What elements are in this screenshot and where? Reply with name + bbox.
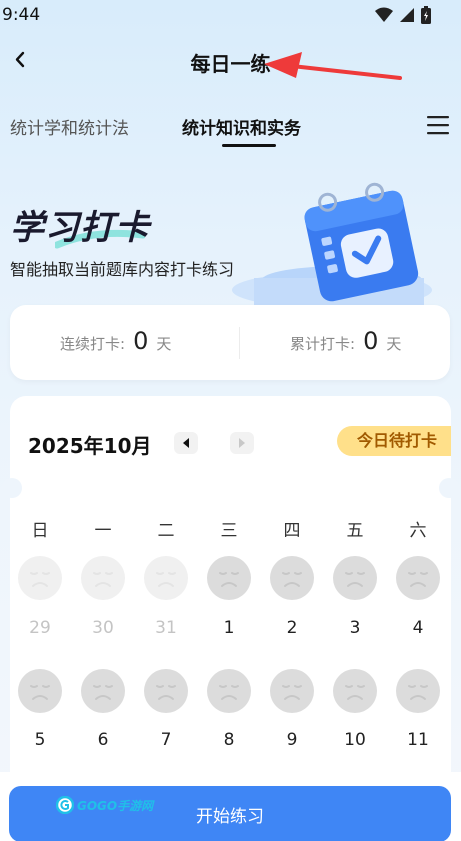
today-pending-badge: 今日待打卡 <box>337 426 451 456</box>
stat-divider <box>239 327 240 359</box>
sad-face-icon[interactable] <box>81 556 125 600</box>
day-number: 30 <box>92 618 114 638</box>
sad-face-icon[interactable] <box>270 669 314 713</box>
hero-title: 学习打卡 <box>10 208 150 248</box>
total-unit: 天 <box>386 335 402 353</box>
signal-icon <box>400 8 414 22</box>
sad-face-icon[interactable] <box>207 556 251 600</box>
day-number: 2 <box>286 618 298 638</box>
caret-left-icon <box>183 438 189 448</box>
day-number: 9 <box>286 730 298 750</box>
day-number: 3 <box>349 618 361 638</box>
weekday-label: 一 <box>94 521 112 541</box>
hero-subtitle: 智能抽取当前题库内容打卡练习 <box>10 260 235 279</box>
sad-face-icon[interactable] <box>144 556 188 600</box>
status-icons <box>375 6 431 24</box>
card-notch-left <box>2 478 22 498</box>
menu-icon[interactable] <box>425 112 451 138</box>
tab-statistics-law[interactable]: 统计学和统计法 <box>10 114 129 139</box>
day-number: 6 <box>97 730 109 750</box>
total-stat: 累计打卡: 0 天 <box>290 327 401 355</box>
calendar-illustration-icon <box>232 182 432 310</box>
sad-face-icon[interactable] <box>207 669 251 713</box>
calendar-card: 2025年10月 今日待打卡 日 一 二 三 四 五 六 29 30 31 1 … <box>2 396 459 796</box>
sad-face-icon[interactable] <box>333 556 377 600</box>
sad-face-icon[interactable] <box>81 669 125 713</box>
sad-face-icon[interactable] <box>18 669 62 713</box>
day-number: 4 <box>412 618 424 638</box>
weekday-label: 三 <box>220 521 238 541</box>
day-number: 8 <box>223 730 235 750</box>
day-number: 29 <box>29 618 51 638</box>
streak-label: 连续打卡: <box>60 335 126 353</box>
sad-face-icon[interactable] <box>396 669 440 713</box>
checkin-stats-card: 连续打卡: 0 天 累计打卡: 0 天 <box>10 305 450 380</box>
annotation-arrow-icon <box>264 52 402 80</box>
active-tab-indicator <box>222 144 276 147</box>
calendar-month: 2025年10月 <box>28 434 152 458</box>
card-notch-right <box>439 478 459 498</box>
sad-face-icon[interactable] <box>333 669 377 713</box>
watermark-text: GOGO手游网 <box>77 798 154 813</box>
streak-value: 0 <box>133 327 149 355</box>
total-label: 累计打卡: <box>290 335 356 353</box>
status-time: 9:44 <box>2 5 41 25</box>
sad-face-icon[interactable] <box>144 669 188 713</box>
prev-month-button[interactable] <box>174 432 198 454</box>
sad-face-icon[interactable] <box>396 556 440 600</box>
wifi-icon <box>375 7 393 22</box>
weekday-label: 二 <box>157 521 175 541</box>
streak-stat: 连续打卡: 0 天 <box>60 327 171 355</box>
sad-face-icon[interactable] <box>18 556 62 600</box>
day-number: 11 <box>407 730 429 750</box>
weekday-label: 五 <box>346 521 364 541</box>
tab-statistics-practice[interactable]: 统计知识和实务 <box>182 114 301 139</box>
next-month-button[interactable] <box>230 432 254 454</box>
sad-face-icon[interactable] <box>270 556 314 600</box>
weekday-label: 四 <box>283 521 301 541</box>
day-number: 31 <box>155 618 177 638</box>
watermark: GOGO手游网 <box>56 796 153 814</box>
subject-tabs: 统计学和统计法 统计知识和实务 <box>0 110 461 150</box>
day-number: 5 <box>34 730 46 750</box>
total-value: 0 <box>363 327 379 355</box>
day-number: 10 <box>344 730 366 750</box>
start-practice-label: 开始练习 <box>196 806 264 827</box>
weekday-label: 日 <box>31 521 49 541</box>
gogo-logo-icon <box>56 796 74 814</box>
caret-right-icon <box>239 438 245 448</box>
bottom-bar: 开始练习 GOGO手游网 <box>0 772 461 841</box>
day-number: 7 <box>160 730 172 750</box>
streak-unit: 天 <box>156 335 172 353</box>
weekday-label: 六 <box>409 521 427 541</box>
day-number: 1 <box>223 618 235 638</box>
status-bar: 9:44 <box>0 0 461 32</box>
battery-icon <box>421 6 431 24</box>
